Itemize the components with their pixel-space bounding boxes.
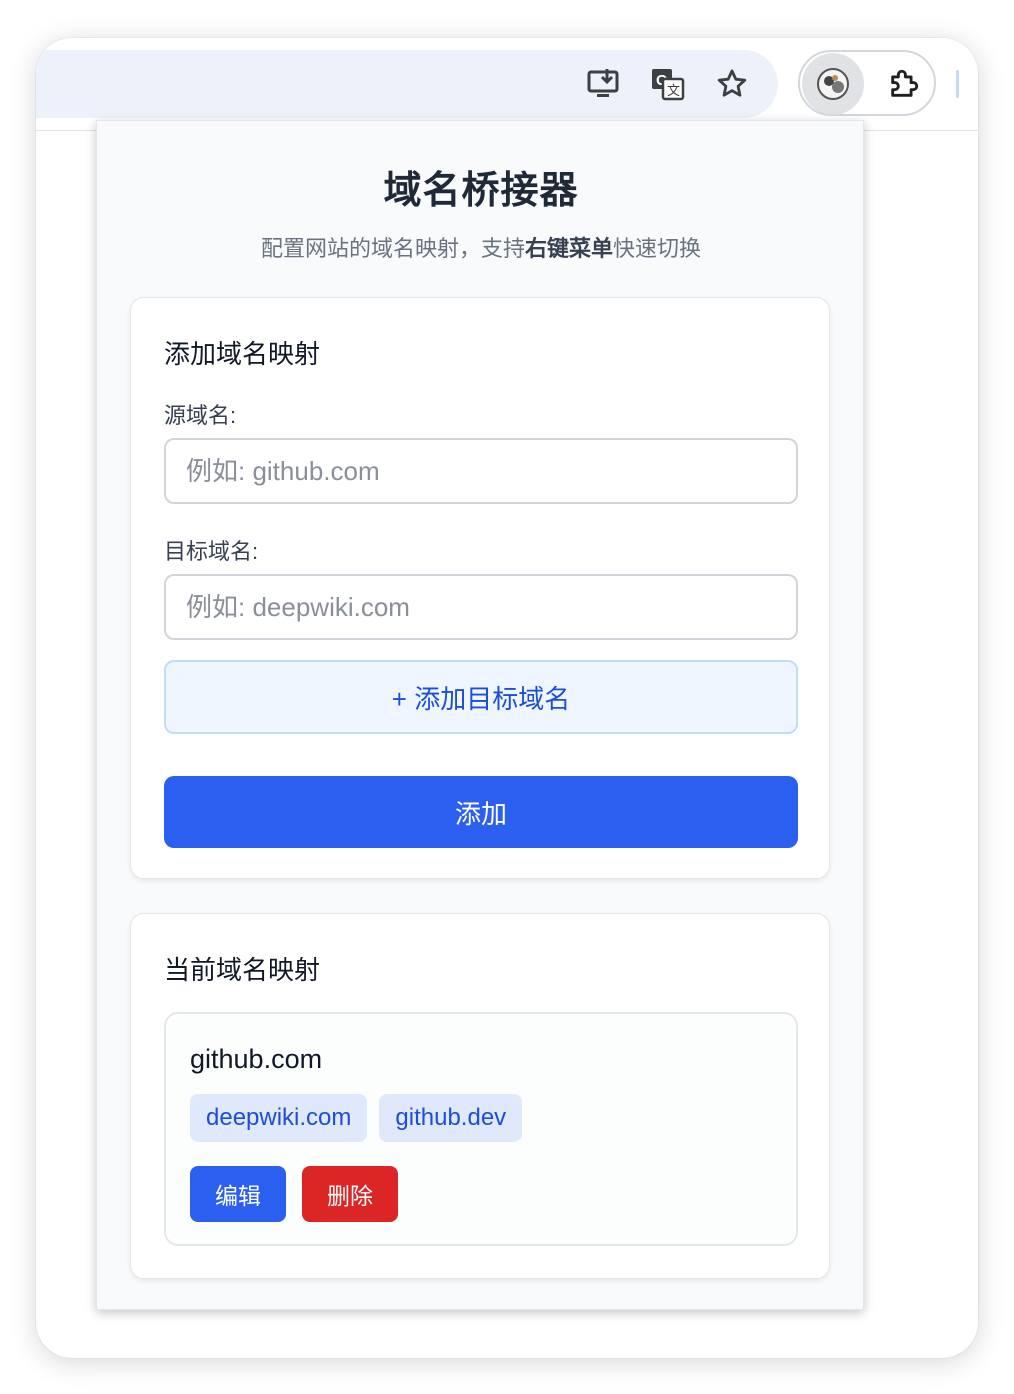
add-target-domain-button[interactable]: + 添加目标域名 — [164, 660, 798, 734]
puzzle-icon[interactable] — [884, 64, 924, 104]
extension-popup: 域名桥接器 配置网站的域名映射，支持右键菜单快速切换 添加域名映射 源域名: 目… — [96, 120, 864, 1310]
source-domain-label: 源域名: — [164, 403, 237, 428]
target-domain-chip[interactable]: github.dev — [379, 1094, 523, 1142]
translate-icon[interactable]: G 文 — [648, 64, 688, 104]
current-mappings-card: 当前域名映射 github.com deepwiki.com github.de… — [130, 913, 830, 1279]
current-mappings-heading: 当前域名映射 — [164, 955, 321, 985]
source-domain-input[interactable] — [164, 438, 798, 504]
subtitle-text-pre: 配置网站的域名映射，支持 — [260, 236, 525, 261]
install-app-icon[interactable] — [584, 64, 624, 104]
delete-button[interactable]: 删除 — [302, 1166, 398, 1222]
browser-window: G 文 — [36, 38, 978, 1358]
mapping-actions: 编辑 删除 — [190, 1166, 398, 1222]
mapping-source-domain: github.com — [190, 1044, 323, 1074]
browser-toolbar: G 文 — [36, 38, 978, 131]
extension-avatar-icon[interactable] — [802, 53, 864, 115]
bookmark-star-icon[interactable] — [712, 64, 752, 104]
target-domain-label: 目标域名: — [164, 539, 259, 564]
svg-text:文: 文 — [667, 83, 680, 98]
target-domain-input[interactable] — [164, 574, 798, 640]
add-mapping-button[interactable]: 添加 — [164, 776, 798, 848]
toolbar-divider — [956, 70, 959, 98]
popup-subtitle: 配置网站的域名映射，支持右键菜单快速切换 — [97, 231, 865, 263]
edit-button[interactable]: 编辑 — [190, 1166, 286, 1222]
add-mapping-card: 添加域名映射 源域名: 目标域名: + 添加目标域名 添加 — [130, 297, 830, 879]
mapping-item: github.com deepwiki.com github.dev 编辑 删除 — [164, 1012, 798, 1246]
subtitle-text-bold: 右键菜单 — [524, 236, 613, 261]
address-bar[interactable]: G 文 — [36, 50, 778, 118]
mapping-target-list: deepwiki.com github.dev — [190, 1094, 523, 1142]
subtitle-text-post: 快速切换 — [613, 236, 702, 261]
add-mapping-heading: 添加域名映射 — [164, 339, 321, 369]
popup-title: 域名桥接器 — [383, 170, 579, 212]
target-domain-chip[interactable]: deepwiki.com — [190, 1094, 368, 1142]
extension-area — [798, 50, 936, 116]
